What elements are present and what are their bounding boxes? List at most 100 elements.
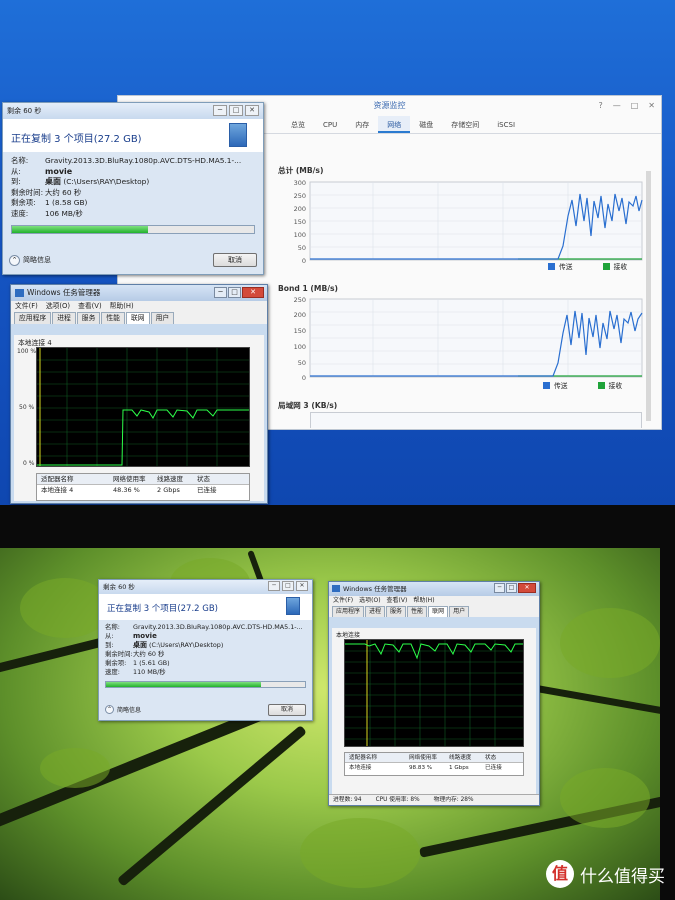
task-manager-titlebar[interactable]: Windows 任务管理器 ─ □ ✕	[11, 285, 267, 301]
tab-networking[interactable]: 联网	[428, 606, 449, 617]
tab-disk[interactable]: 磁盘	[410, 116, 442, 133]
from-label: 从:	[11, 166, 21, 176]
minimize-button[interactable]: ─	[214, 287, 227, 298]
close-button[interactable]: ✕	[245, 105, 259, 116]
to-label: 到:	[11, 177, 21, 186]
copy-dialog-footer: ⌃ 简略信息 取消	[9, 252, 257, 268]
column-header[interactable]: 网络使用率	[405, 753, 445, 762]
speed-value: 110 MB/秒	[133, 668, 166, 676]
menu-view[interactable]: 查看(V)	[387, 596, 408, 606]
copy-dialog-title: 剩余 60 秒	[103, 583, 135, 591]
more-info-toggle[interactable]: ⌃ 简略信息	[9, 254, 51, 266]
menu-help[interactable]: 帮助(H)	[110, 301, 134, 312]
tab-processes[interactable]: 进程	[365, 606, 386, 617]
from-value[interactable]: movie	[133, 632, 157, 640]
tab-storage[interactable]: 存储空间	[442, 116, 488, 133]
chevron-up-icon: ⌃	[9, 254, 20, 266]
copy-dialog-titlebar[interactable]: 剩余 60 秒 ─ □ ✕	[3, 103, 263, 119]
tick-label: 250	[294, 192, 306, 200]
to-label: 到:	[105, 641, 114, 649]
copy-heading: 正在复制 3 个项目(27.2 GB)	[107, 604, 218, 614]
tab-users[interactable]: 用户	[150, 312, 175, 324]
maximize-button[interactable]: □	[228, 287, 241, 298]
tab-cpu[interactable]: CPU	[314, 116, 346, 133]
tab-applications[interactable]: 应用程序	[332, 606, 365, 617]
column-header[interactable]: 适配器名称	[345, 753, 405, 762]
maximize-button[interactable]: □	[282, 581, 294, 591]
tick-label: 150	[294, 327, 306, 335]
column-header[interactable]: 状态	[481, 753, 517, 762]
more-info-label: 简略信息	[23, 256, 51, 264]
menu-view[interactable]: 查看(V)	[78, 301, 102, 312]
column-header[interactable]: 线路速度	[445, 753, 481, 762]
copy-progress-dialog-2[interactable]: 剩余 60 秒 ─ □ ✕ 正在复制 3 个项目(27.2 GB) 名称: Gra…	[98, 579, 313, 721]
tab-services[interactable]: 服务	[76, 312, 101, 324]
link-speed: 2 Gbps	[157, 486, 180, 494]
maximize-button[interactable]: □	[229, 105, 243, 116]
name-value: Gravity.2013.3D.BluRay.1080p.AVC.DTS-HD.…	[45, 156, 242, 165]
task-manager-titlebar[interactable]: Windows 任务管理器 ─ □ ✕	[329, 582, 539, 596]
tab-overview[interactable]: 总览	[282, 116, 314, 133]
scrollbar[interactable]	[646, 171, 651, 421]
task-manager-tabs: 应用程序 进程 服务 性能 联网 用户	[11, 312, 267, 324]
menu-help[interactable]: 帮助(H)	[413, 596, 434, 606]
to-value[interactable]: 桌面	[45, 177, 61, 186]
name-label: 名称:	[105, 623, 120, 631]
networking-pane: 本地连接 适配器名称 网络使用率 线路速度 状态 本地连接 98.83 % 1 …	[332, 628, 536, 794]
close-button[interactable]: ✕	[518, 583, 536, 593]
cancel-button[interactable]: 取消	[268, 703, 306, 716]
menu-options[interactable]: 选项(O)	[359, 596, 380, 606]
tick-label: 0	[302, 374, 306, 382]
panel-title: 局域网 3 (KB/s)	[278, 401, 338, 410]
copy-dialog-header: 正在复制 3 个项目(27.2 GB)	[99, 594, 312, 620]
tick-label: 200	[294, 311, 306, 319]
to-path: (C:\Users\RAY\Desktop)	[149, 641, 224, 649]
tab-performance[interactable]: 性能	[101, 312, 125, 324]
more-info-label: 简略信息	[117, 707, 142, 714]
copy-heading: 正在复制 3 个项目(27.2 GB)	[11, 134, 142, 145]
close-button[interactable]: ✕	[242, 287, 264, 298]
column-header[interactable]: 线路速度	[153, 474, 193, 484]
close-button[interactable]: ✕	[296, 581, 308, 591]
table-row[interactable]: 本地连接 98.83 % 1 Gbps 已连接	[345, 763, 523, 773]
menu-options[interactable]: 选项(O)	[46, 301, 70, 312]
to-value[interactable]: 桌面	[133, 641, 147, 649]
menu-file[interactable]: 文件(F)	[15, 301, 38, 312]
tab-networking[interactable]: 联网	[125, 312, 150, 324]
close-button[interactable]: ✕	[648, 96, 655, 116]
menu-file[interactable]: 文件(F)	[333, 596, 353, 606]
cancel-button[interactable]: 取消	[213, 253, 257, 267]
task-manager-window-2[interactable]: Windows 任务管理器 ─ □ ✕ 文件(F) 选项(O) 查看(V) 帮助…	[328, 581, 540, 806]
legend-send: 传送	[543, 380, 568, 390]
tab-processes[interactable]: 进程	[52, 312, 76, 324]
copy-dialog-titlebar[interactable]: 剩余 60 秒 ─ □ ✕	[99, 580, 312, 594]
maximize-button[interactable]: □	[506, 583, 517, 593]
task-manager-window[interactable]: Windows 任务管理器 ─ □ ✕ 文件(F) 选项(O) 查看(V) 帮助…	[10, 284, 268, 504]
maximize-button[interactable]: □	[631, 96, 639, 116]
tab-users[interactable]: 用户	[449, 606, 470, 617]
minimize-button[interactable]: ─	[213, 105, 227, 116]
more-info-toggle[interactable]: ⌃ 简略信息	[105, 705, 141, 714]
copy-progress-dialog[interactable]: 剩余 60 秒 ─ □ ✕ 正在复制 3 个项目(27.2 GB) 名称: Gra…	[2, 102, 264, 275]
column-header[interactable]: 网络使用率	[109, 474, 153, 484]
tab-services[interactable]: 服务	[386, 606, 407, 617]
help-button[interactable]: ?	[598, 96, 602, 116]
tab-network[interactable]: 网络	[378, 116, 411, 133]
column-header[interactable]: 状态	[193, 474, 233, 484]
minimize-button[interactable]: ─	[494, 583, 505, 593]
tab-memory[interactable]: 内存	[346, 116, 378, 133]
bond1-throughput-panel: Bond 1 (MB/s) 250 200 150 100 50 0 传送 接收	[278, 284, 654, 396]
minimize-button[interactable]: —	[613, 96, 621, 116]
tab-performance[interactable]: 性能	[407, 606, 428, 617]
tab-applications[interactable]: 应用程序	[14, 312, 52, 324]
table-row[interactable]: 本地连接 4 48.36 % 2 Gbps 已连接	[37, 485, 249, 496]
from-value[interactable]: movie	[45, 167, 72, 176]
minimize-button[interactable]: ─	[268, 581, 280, 591]
legend-receive-label: 接收	[613, 263, 628, 271]
tab-iscsi[interactable]: iSCSI	[488, 116, 524, 133]
legend-send-label: 传送	[554, 382, 568, 390]
items-left-value: 1 (5.61 GB)	[133, 659, 170, 667]
status-bar: 进程数: 94 CPU 使用率: 8% 物理内存: 28%	[329, 794, 539, 805]
column-header[interactable]: 适配器名称	[37, 474, 109, 484]
menu-bar: 文件(F) 选项(O) 查看(V) 帮助(H)	[329, 596, 539, 606]
